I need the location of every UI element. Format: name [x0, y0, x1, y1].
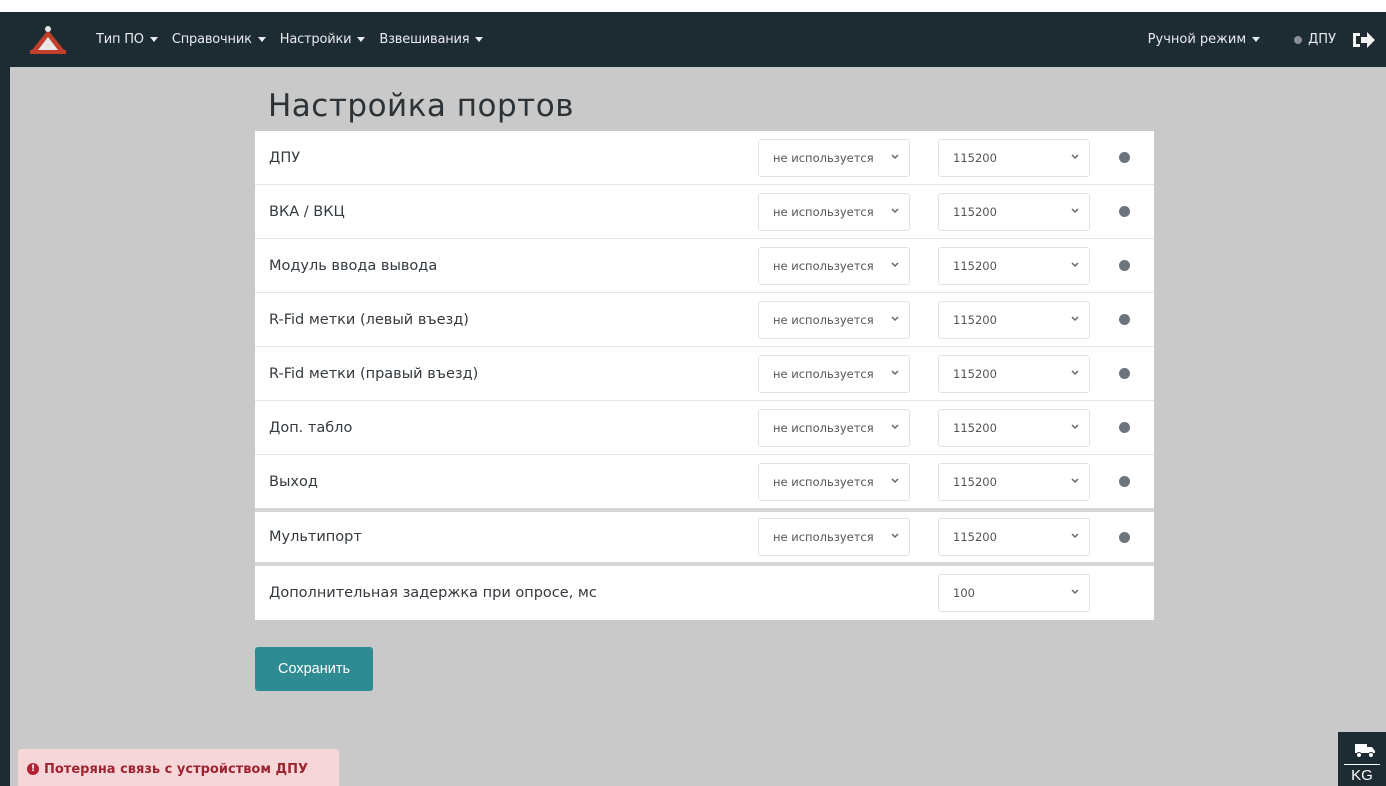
alert-text: Потеряна связь с устройством ДПУ [44, 761, 308, 777]
menu-software-type[interactable]: Тип ПО [96, 32, 158, 47]
chevron-down-icon [891, 315, 899, 321]
port-label: Мультипорт [269, 529, 362, 545]
main-menu: Тип ПО Справочник Настройки Взвешивания [96, 12, 497, 67]
divider [1344, 764, 1380, 765]
chevron-down-icon [1071, 589, 1079, 595]
port-row: ДПУ не используется 115200 [255, 131, 1154, 185]
port-select[interactable]: не используется [758, 408, 910, 447]
delay-select[interactable]: 100 [938, 574, 1090, 612]
status-dot-icon [1294, 35, 1303, 44]
page-title: Настройка портов [268, 88, 574, 124]
device-status: ДПУ [1294, 32, 1336, 47]
mode-dropdown[interactable]: Ручной режим [1148, 32, 1261, 47]
navbar-right: Ручной режим ДПУ [1148, 12, 1386, 67]
chevron-down-icon [891, 369, 899, 375]
port-label: Выход [269, 473, 318, 490]
caret-down-icon [257, 37, 266, 42]
scale-logo-icon[interactable] [28, 24, 68, 56]
ports-card: ДПУ не используется 115200 ВКА / ВКЦ не … [255, 131, 1154, 620]
caret-down-icon [475, 37, 484, 42]
chevron-down-icon [1071, 261, 1079, 267]
chevron-down-icon [1071, 477, 1079, 483]
chevron-down-icon [1071, 533, 1079, 539]
status-dot-icon [1119, 260, 1130, 271]
chevron-down-icon [891, 477, 899, 483]
left-edge [0, 12, 10, 786]
menu-settings[interactable]: Настройки [280, 32, 366, 47]
port-row: Модуль ввода вывода не используется 1152… [255, 239, 1154, 293]
caret-down-icon [357, 37, 366, 42]
status-dot-icon [1119, 152, 1130, 163]
baud-select[interactable]: 115200 [938, 518, 1090, 556]
port-select[interactable]: не используется [758, 518, 910, 556]
chevron-down-icon [891, 153, 899, 159]
port-label: R-Fid метки (правый въезд) [269, 365, 479, 382]
unit-indicator[interactable]: KG [1338, 732, 1386, 786]
status-dot-icon [1119, 531, 1130, 543]
port-row: Мультипорт не используется 115200 [255, 512, 1154, 566]
exclamation-icon: ! [27, 763, 39, 775]
port-label: ДПУ [269, 149, 301, 166]
connection-alert: ! Потеряна связь с устройством ДПУ [18, 749, 339, 786]
chevron-down-icon [1071, 153, 1079, 159]
caret-down-icon [1252, 37, 1261, 42]
status-dot-icon [1119, 206, 1130, 217]
baud-select[interactable]: 115200 [938, 408, 1090, 447]
truck-icon [1355, 744, 1375, 758]
port-row: Доп. табло не используется 115200 [255, 401, 1154, 455]
baud-select[interactable]: 115200 [938, 300, 1090, 339]
menu-weighings[interactable]: Взвешивания [379, 32, 484, 47]
chevron-down-icon [891, 207, 899, 213]
port-label: Доп. табло [269, 419, 353, 436]
navbar: Тип ПО Справочник Настройки Взвешивания … [10, 12, 1386, 67]
delay-row: Дополнительная задержка при опросе, мс 1… [255, 566, 1154, 620]
caret-down-icon [149, 37, 158, 42]
status-dot-icon [1119, 314, 1130, 325]
port-row: R-Fid метки (левый въезд) не используетс… [255, 293, 1154, 347]
save-button[interactable]: Сохранить [255, 647, 373, 691]
port-row: Выход не используется 115200 [255, 455, 1154, 512]
app-frame: Тип ПО Справочник Настройки Взвешивания … [0, 12, 1386, 786]
status-dot-icon [1119, 422, 1130, 433]
baud-select[interactable]: 115200 [938, 246, 1090, 285]
port-select[interactable]: не используется [758, 138, 910, 177]
status-dot-icon [1119, 368, 1130, 379]
chevron-down-icon [891, 423, 899, 429]
delay-label: Дополнительная задержка при опросе, мс [269, 585, 597, 601]
chevron-down-icon [1071, 315, 1079, 321]
port-select[interactable]: не используется [758, 462, 910, 501]
chevron-down-icon [1071, 423, 1079, 429]
logout-icon[interactable] [1350, 27, 1376, 53]
chevron-down-icon [891, 533, 899, 539]
baud-select[interactable]: 115200 [938, 354, 1090, 393]
port-select[interactable]: не используется [758, 300, 910, 339]
port-label: Модуль ввода вывода [269, 257, 438, 274]
chevron-down-icon [1071, 369, 1079, 375]
baud-select[interactable]: 115200 [938, 192, 1090, 231]
chevron-down-icon [1071, 207, 1079, 213]
baud-select[interactable]: 115200 [938, 462, 1090, 501]
chevron-down-icon [891, 261, 899, 267]
port-select[interactable]: не используется [758, 192, 910, 231]
port-select[interactable]: не используется [758, 354, 910, 393]
port-row: R-Fid метки (правый въезд) не использует… [255, 347, 1154, 401]
baud-select[interactable]: 115200 [938, 138, 1090, 177]
port-row: ВКА / ВКЦ не используется 115200 [255, 185, 1154, 239]
port-select[interactable]: не используется [758, 246, 910, 285]
unit-label: KG [1351, 767, 1373, 784]
status-dot-icon [1119, 476, 1130, 487]
port-label: R-Fid метки (левый въезд) [269, 311, 469, 328]
menu-reference[interactable]: Справочник [172, 32, 266, 47]
port-label: ВКА / ВКЦ [269, 203, 345, 220]
